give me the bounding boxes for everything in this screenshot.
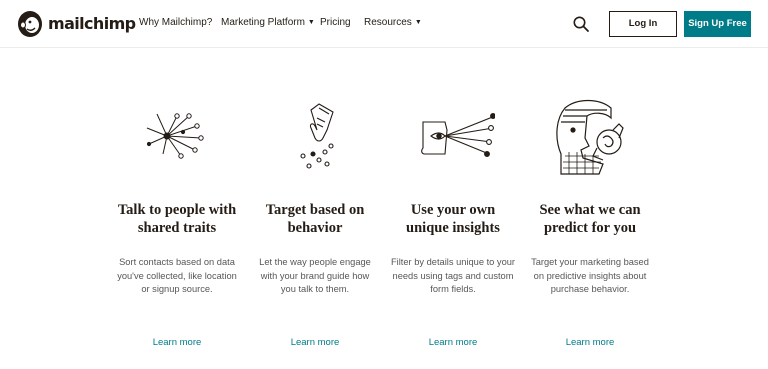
feature-shared-traits: Talk to people with shared traits Sort c… xyxy=(114,94,240,348)
network-nodes-icon xyxy=(114,94,240,182)
brand-wordmark: mailchimp xyxy=(48,13,136,33)
feature-predict: See what we can predict for you Target y… xyxy=(527,94,653,348)
search-icon[interactable] xyxy=(572,15,590,33)
feature-title: Use your own unique insights xyxy=(406,202,500,236)
feature-description: Filter by details unique to your needs u… xyxy=(390,257,516,294)
nav-resources[interactable]: Resources ▼ xyxy=(364,17,422,28)
learn-more-link[interactable]: Learn more xyxy=(252,337,378,348)
top-navigation: mailchimp Why Mailchimp? Marketing Platf… xyxy=(0,0,768,48)
nav-link-label: Resources xyxy=(364,17,412,28)
caret-down-icon: ▼ xyxy=(414,19,422,26)
feature-description: Let the way people engage with your bran… xyxy=(259,257,371,294)
freddie-icon xyxy=(18,11,42,37)
nav-link-label: Pricing xyxy=(320,17,351,28)
learn-more-link[interactable]: Learn more xyxy=(390,337,516,348)
feature-behavior: Target based on behavior Let the way peo… xyxy=(252,94,378,348)
nav-why-mailchimp[interactable]: Why Mailchimp? xyxy=(139,17,212,28)
feature-title: Talk to people with shared traits xyxy=(117,202,237,236)
eye-beams-icon xyxy=(390,94,516,182)
mailchimp-logo[interactable]: mailchimp xyxy=(15,8,136,38)
nav-link-label: Marketing Platform xyxy=(221,17,305,28)
feature-title: See what we can predict for you xyxy=(539,202,641,236)
learn-more-link[interactable]: Learn more xyxy=(114,337,240,348)
pointing-hand-icon xyxy=(252,94,378,182)
login-button[interactable]: Log In xyxy=(609,11,677,37)
learn-more-link[interactable]: Learn more xyxy=(527,337,653,348)
feature-insights: Use your own unique insights Filter by d… xyxy=(390,94,516,348)
fortune-teller-icon xyxy=(527,94,653,182)
nav-pricing[interactable]: Pricing xyxy=(320,17,351,28)
signup-button[interactable]: Sign Up Free xyxy=(684,11,751,37)
caret-down-icon: ▼ xyxy=(307,19,315,26)
feature-title: Target based on behavior xyxy=(265,202,365,236)
nav-link-label: Why Mailchimp? xyxy=(139,17,213,28)
nav-marketing-platform[interactable]: Marketing Platform ▼ xyxy=(221,17,315,28)
feature-description: Sort contacts based on data you've colle… xyxy=(117,257,237,294)
feature-description: Target your marketing based on predictiv… xyxy=(531,257,649,294)
